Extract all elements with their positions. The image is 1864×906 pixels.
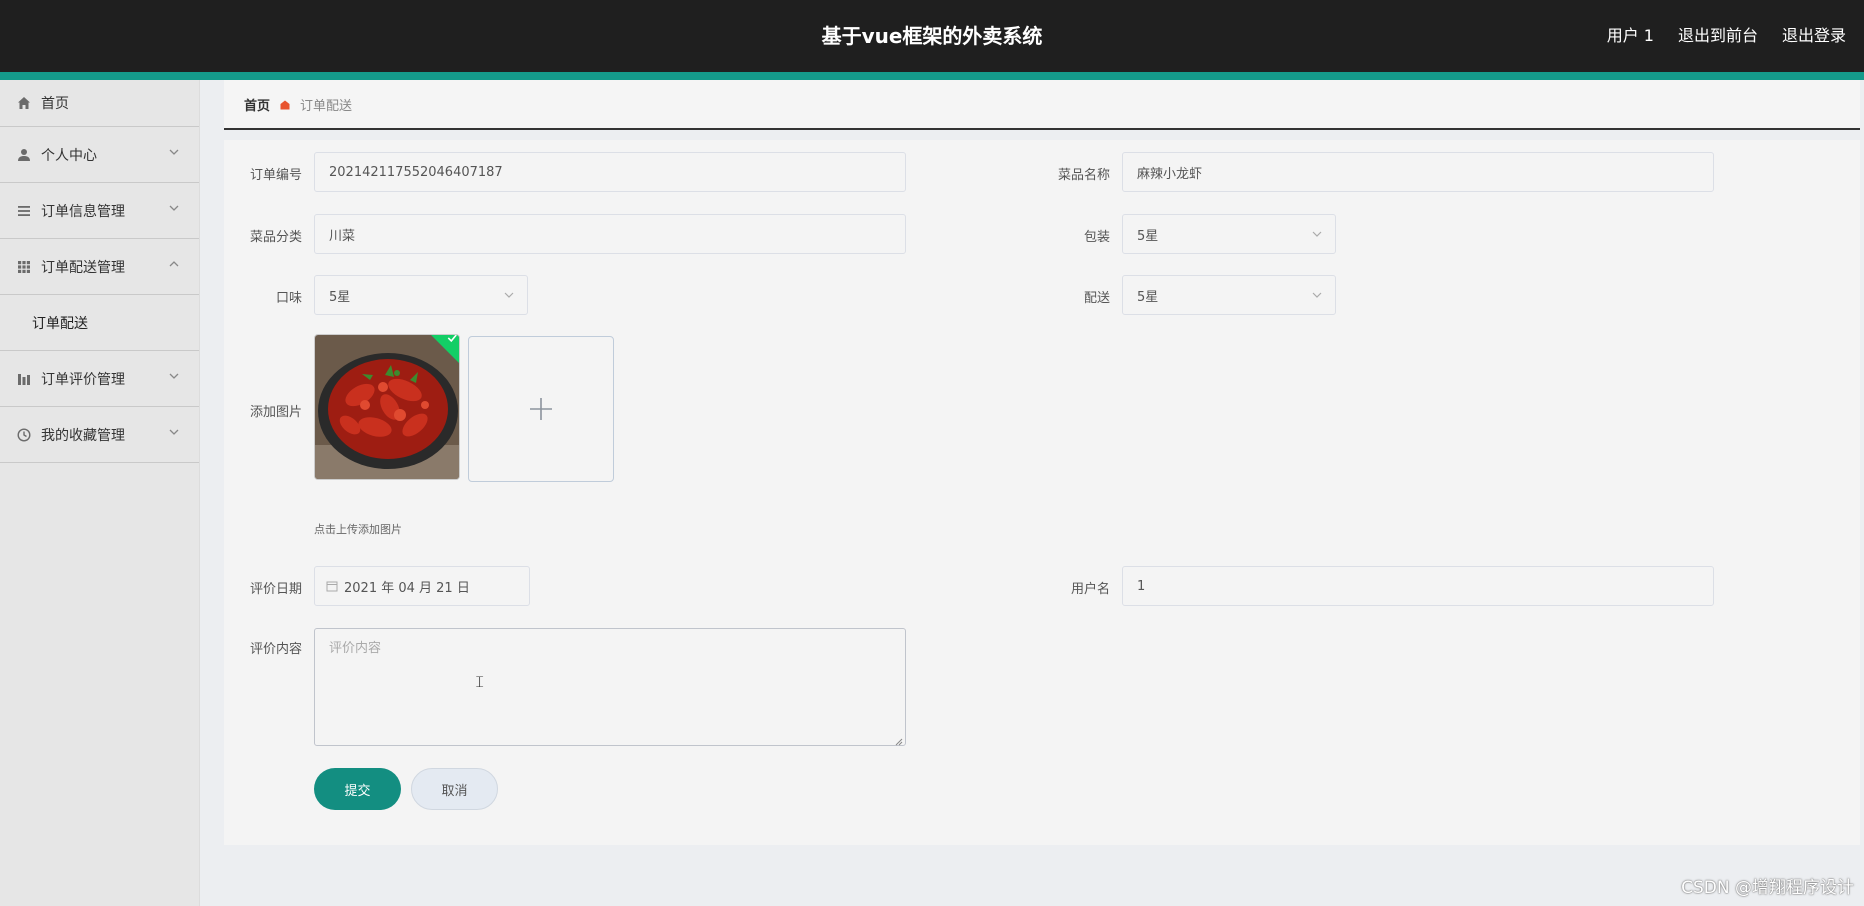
chevron-up-icon bbox=[167, 257, 181, 271]
category-label: 菜品分类 bbox=[249, 230, 302, 245]
image-label: 添加图片 bbox=[249, 405, 302, 420]
sidebar-item-delivery-management[interactable]: 订单配送管理 bbox=[0, 239, 199, 295]
add-image-button[interactable] bbox=[468, 336, 614, 482]
breadcrumb-home[interactable]: 首页 bbox=[244, 95, 270, 114]
top-nav: 用户 1 退出到前台 退出登录 bbox=[1607, 22, 1846, 46]
review-content-textarea[interactable]: 评价内容 bbox=[314, 628, 906, 746]
chevron-down-icon bbox=[167, 201, 181, 215]
packaging-label: 包装 bbox=[1083, 230, 1110, 245]
user-icon bbox=[16, 147, 32, 163]
taste-value: 5星 bbox=[329, 289, 351, 305]
bar-chart-icon bbox=[16, 371, 32, 387]
sidebar-item-label: 订单配送管理 bbox=[41, 259, 125, 276]
breadcrumb: 首页 订单配送 bbox=[224, 80, 1860, 130]
calendar-icon bbox=[326, 580, 338, 592]
submit-button[interactable]: 提交 bbox=[314, 768, 401, 810]
sidebar-item-review-management[interactable]: 订单评价管理 bbox=[0, 351, 199, 407]
username-label: 用户名 bbox=[1070, 582, 1110, 597]
back-to-front-link[interactable]: 退出到前台 bbox=[1678, 22, 1758, 46]
review-date-picker[interactable]: 2021 年 04 月 21 日 bbox=[314, 566, 530, 606]
dish-name-input[interactable]: 麻辣小龙虾 bbox=[1122, 152, 1714, 192]
crayfish-dish-image bbox=[315, 335, 459, 479]
sidebar-item-label: 订单信息管理 bbox=[41, 203, 125, 220]
text-cursor-icon: 𝙸 bbox=[474, 672, 486, 691]
watermark: CSDN @增翔程序设计 bbox=[1681, 878, 1854, 898]
review-content-label: 评价内容 bbox=[249, 642, 302, 657]
plus-icon bbox=[530, 398, 552, 420]
review-content-placeholder: 评价内容 bbox=[329, 641, 382, 656]
order-no-label: 订单编号 bbox=[249, 168, 302, 183]
check-icon bbox=[447, 335, 457, 343]
sidebar-item-label: 我的收藏管理 bbox=[41, 427, 125, 444]
sidebar-item-label: 订单评价管理 bbox=[41, 371, 125, 388]
sidebar: 首页 个人中心 订单信息管理 订单配送管理 订单配送 订单评价管理 我的收藏管理 bbox=[0, 80, 200, 906]
delivery-select[interactable]: 5星 bbox=[1122, 275, 1336, 315]
resize-grip-icon[interactable] bbox=[895, 735, 903, 746]
list-icon bbox=[16, 203, 32, 219]
sidebar-item-profile[interactable]: 个人中心 bbox=[0, 127, 199, 183]
sidebar-item-label: 个人中心 bbox=[41, 147, 97, 164]
grid-icon bbox=[16, 259, 32, 275]
breadcrumb-separator-icon bbox=[280, 99, 290, 110]
review-date-value: 2021 年 04 月 21 日 bbox=[344, 580, 470, 596]
home-icon bbox=[16, 95, 32, 111]
sidebar-item-order-info[interactable]: 订单信息管理 bbox=[0, 183, 199, 239]
taste-select[interactable]: 5星 bbox=[314, 275, 528, 315]
sidebar-item-home[interactable]: 首页 bbox=[0, 80, 199, 127]
dish-name-label: 菜品名称 bbox=[1057, 168, 1110, 183]
taste-label: 口味 bbox=[275, 291, 302, 306]
current-user-link[interactable]: 用户 1 bbox=[1607, 22, 1654, 46]
top-bar: 基于vue框架的外卖系统 用户 1 退出到前台 退出登录 bbox=[0, 0, 1864, 72]
chevron-down-icon bbox=[167, 369, 181, 383]
delivery-label: 配送 bbox=[1083, 291, 1110, 306]
upload-hint: 点击上传添加图片 bbox=[314, 523, 402, 536]
packaging-value: 5星 bbox=[1137, 228, 1159, 244]
chevron-down-icon bbox=[167, 145, 181, 159]
username-input[interactable]: 1 bbox=[1122, 566, 1714, 606]
packaging-select[interactable]: 5星 bbox=[1122, 214, 1336, 254]
review-date-label: 评价日期 bbox=[249, 582, 302, 597]
logout-link[interactable]: 退出登录 bbox=[1782, 22, 1846, 46]
chevron-down-icon bbox=[1311, 228, 1323, 240]
clock-icon bbox=[16, 427, 32, 443]
order-no-input[interactable]: 202142117552046407187 bbox=[314, 152, 906, 192]
breadcrumb-current: 订单配送 bbox=[300, 98, 353, 114]
app-title: 基于vue框架的外卖系统 bbox=[821, 24, 1043, 48]
cancel-button[interactable]: 取消 bbox=[411, 768, 498, 810]
uploaded-image-thumbnail[interactable] bbox=[314, 334, 460, 480]
sidebar-subitem-delivery[interactable]: 订单配送 bbox=[0, 295, 199, 351]
sidebar-item-favorites[interactable]: 我的收藏管理 bbox=[0, 407, 199, 463]
top-accent-stripe bbox=[0, 72, 1864, 80]
sidebar-item-label: 首页 bbox=[41, 96, 69, 112]
chevron-down-icon bbox=[1311, 289, 1323, 301]
chevron-down-icon bbox=[167, 425, 181, 439]
category-input[interactable]: 川菜 bbox=[314, 214, 906, 254]
delivery-value: 5星 bbox=[1137, 289, 1159, 305]
chevron-down-icon bbox=[503, 289, 515, 301]
